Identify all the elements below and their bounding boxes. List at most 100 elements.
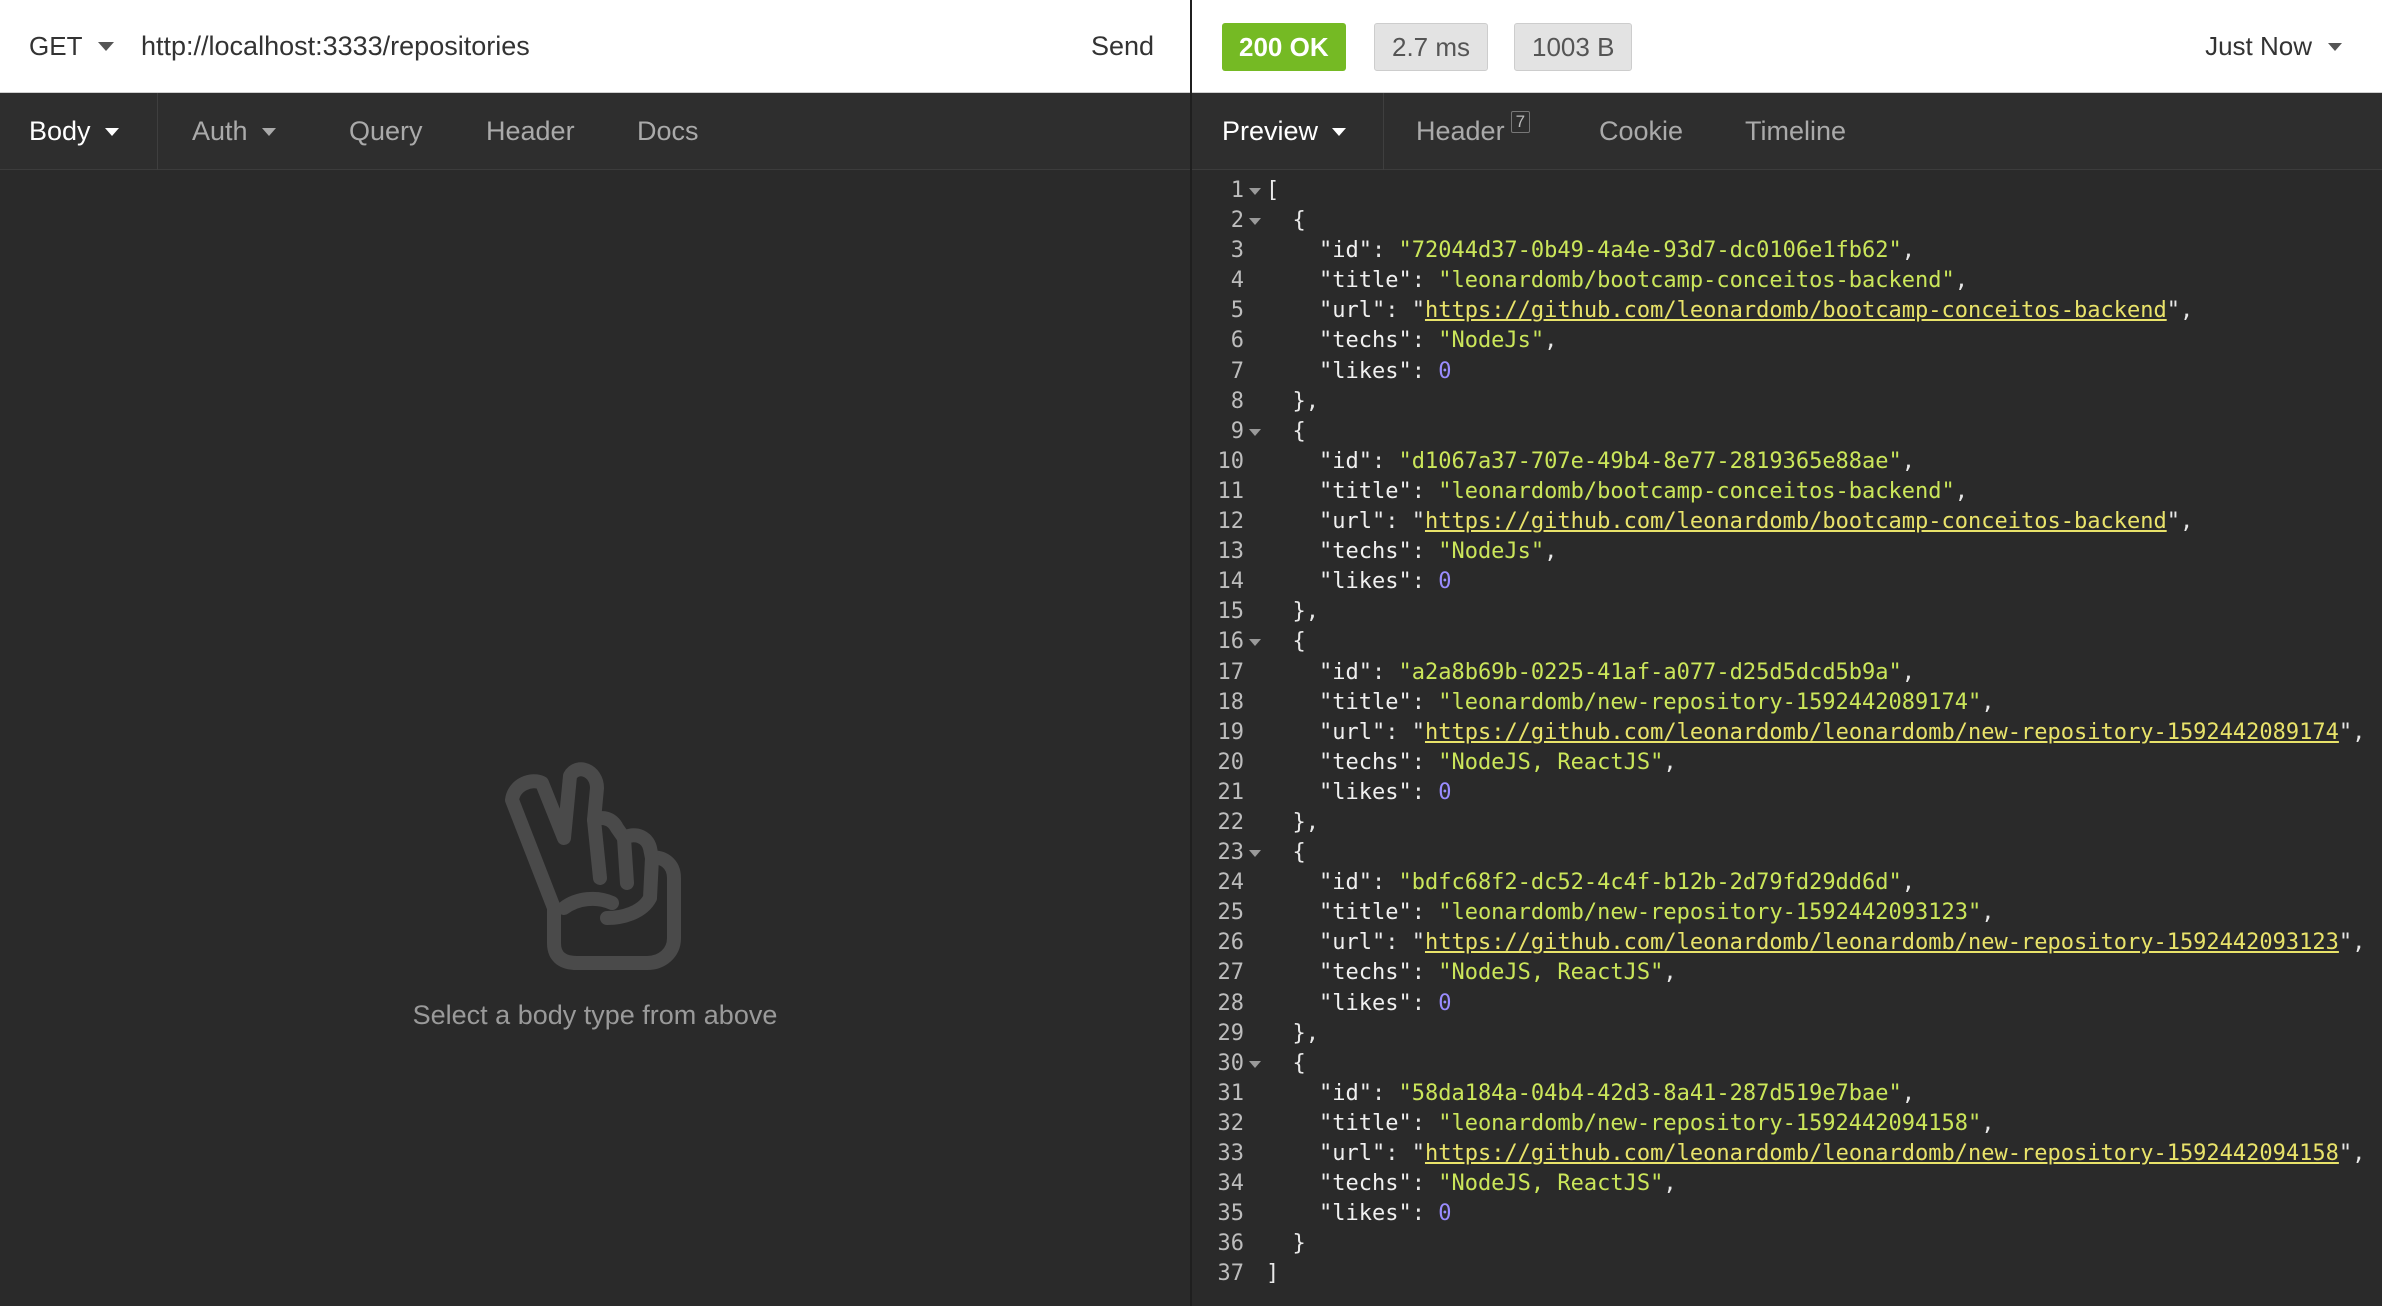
line-number: 2	[1230, 208, 1244, 234]
fold-gutter	[1244, 387, 1264, 417]
fold-gutter	[1244, 1229, 1264, 1259]
url-input[interactable]: http://localhost:3333/repositories	[141, 0, 530, 93]
json-url-link[interactable]: https://github.com/leonardomb/leonardomb…	[1425, 930, 2339, 955]
code-text: },	[1264, 597, 1319, 627]
code-line: 3 "id": "72044d37-0b49-4a4e-93d7-dc0106e…	[1192, 236, 2382, 266]
fold-arrow-icon[interactable]	[1244, 838, 1264, 868]
line-number: 20	[1217, 749, 1245, 775]
json-url-link[interactable]: https://github.com/leonardomb/leonardomb…	[1425, 720, 2339, 745]
fold-gutter	[1244, 1259, 1264, 1289]
line-number: 3	[1230, 238, 1244, 264]
fold-arrow-icon[interactable]	[1244, 206, 1264, 236]
json-key: "title"	[1318, 689, 1412, 715]
line-number: 35	[1217, 1201, 1245, 1227]
json-punct: ,	[2352, 1141, 2366, 1166]
json-punct: ,	[1901, 1080, 1916, 1106]
json-punct	[1266, 238, 1319, 263]
json-preview[interactable]: 1[2 {3 "id": "72044d37-0b49-4a4e-93d7-dc…	[1192, 176, 2382, 1306]
code-line: 31 "id": "58da184a-04b4-42d3-8a41-287d51…	[1192, 1079, 2382, 1109]
json-punct	[1266, 690, 1319, 715]
json-punct	[1266, 1201, 1319, 1226]
json-key: "url"	[1318, 298, 1386, 324]
chevron-down-icon	[2328, 42, 2342, 51]
method-dropdown[interactable]: GET	[29, 0, 115, 93]
json-url-link[interactable]: https://github.com/leonardomb/leonardomb…	[1425, 1141, 2339, 1166]
code-text: {	[1264, 1049, 1305, 1079]
send-button[interactable]: Send	[1091, 0, 1154, 93]
json-punct: :	[1411, 900, 1439, 926]
json-url-link[interactable]: https://github.com/leonardomb/bootcamp-c…	[1425, 298, 2167, 323]
tab-auth[interactable]: Auth	[192, 93, 276, 170]
json-punct: ,	[1544, 539, 1558, 565]
code-text: },	[1264, 1019, 1319, 1049]
fold-arrow-icon[interactable]	[1244, 1049, 1264, 1079]
line-number: 11	[1217, 478, 1245, 504]
fold-gutter	[1244, 658, 1264, 688]
json-punct: "	[1411, 298, 1425, 324]
tab-body[interactable]: Body	[29, 93, 119, 170]
code-text: "techs": "NodeJs",	[1264, 326, 1557, 356]
tab-query[interactable]: Query	[349, 93, 423, 170]
code-text: "title": "leonardomb/new-repository-1592…	[1264, 688, 1995, 718]
json-punct: },	[1266, 1020, 1319, 1046]
chevron-down-icon	[261, 127, 276, 136]
json-punct	[1266, 298, 1319, 323]
fold-arrow-icon[interactable]	[1244, 627, 1264, 657]
tab-preview[interactable]: Preview	[1222, 93, 1347, 170]
code-text: [	[1264, 176, 1279, 206]
json-punct: {	[1266, 208, 1306, 234]
tab-docs[interactable]: Docs	[637, 93, 699, 170]
fold-gutter	[1244, 507, 1264, 537]
json-key: "title"	[1318, 268, 1412, 294]
code-text: ]	[1264, 1259, 1279, 1289]
json-url-link[interactable]: https://github.com/leonardomb/bootcamp-c…	[1425, 509, 2167, 534]
json-punct	[1266, 991, 1319, 1016]
code-line: 20 "techs": "NodeJS, ReactJS",	[1192, 748, 2382, 778]
json-punct: :	[1411, 779, 1439, 805]
code-text: {	[1264, 206, 1306, 236]
code-text: "title": "leonardomb/new-repository-1592…	[1264, 1109, 1995, 1139]
json-punct: :	[1411, 358, 1439, 384]
code-text: "url": "https://github.com/leonardomb/bo…	[1264, 296, 2193, 326]
fold-arrow-icon[interactable]	[1244, 176, 1264, 206]
json-string-value: "bdfc68f2-dc52-4c4f-b12b-2d79fd29dd6d"	[1398, 870, 1902, 896]
code-text: "techs": "NodeJS, ReactJS",	[1264, 748, 1677, 778]
json-key: "title"	[1318, 1110, 1412, 1136]
fold-gutter	[1244, 808, 1264, 838]
tab-response-header[interactable]: Header 7	[1416, 93, 1531, 170]
tab-divider	[1383, 93, 1384, 170]
json-punct: "	[2338, 1141, 2353, 1166]
code-text: "likes": 0	[1264, 567, 1451, 597]
json-punct: {	[1266, 629, 1306, 655]
code-line: 29 },	[1192, 1019, 2382, 1049]
fold-gutter	[1244, 718, 1264, 748]
code-text: "id": "d1067a37-707e-49b4-8e77-2819365e8…	[1264, 447, 1915, 477]
code-line: 5 "url": "https://github.com/leonardomb/…	[1192, 296, 2382, 326]
json-string-value: "NodeJS, ReactJS"	[1438, 749, 1664, 775]
url-bar: GET http://localhost:3333/repositories S…	[0, 0, 1190, 93]
fold-gutter	[1244, 326, 1264, 356]
json-punct	[1266, 1111, 1319, 1136]
fold-arrow-icon[interactable]	[1244, 417, 1264, 447]
json-string-value: "58da184a-04b4-42d3-8a41-287d519e7bae"	[1398, 1080, 1902, 1106]
peace-hand-icon	[505, 762, 681, 970]
json-string-value: "NodeJS, ReactJS"	[1438, 960, 1664, 986]
fold-gutter	[1244, 1079, 1264, 1109]
tab-header[interactable]: Header	[486, 93, 575, 170]
code-line: 34 "techs": "NodeJS, ReactJS",	[1192, 1169, 2382, 1199]
tab-cookie[interactable]: Cookie	[1599, 93, 1683, 170]
empty-body-area	[0, 170, 1190, 1306]
code-text: "likes": 0	[1264, 989, 1451, 1019]
line-number: 7	[1230, 358, 1244, 384]
history-dropdown[interactable]: Just Now	[2205, 0, 2342, 93]
fold-gutter	[1244, 989, 1264, 1019]
code-text: "likes": 0	[1264, 778, 1451, 808]
tab-timeline[interactable]: Timeline	[1745, 93, 1846, 170]
code-line: 25 "title": "leonardomb/new-repository-1…	[1192, 898, 2382, 928]
line-number: 9	[1230, 418, 1244, 444]
json-punct: :	[1411, 569, 1439, 595]
line-number: 24	[1217, 870, 1245, 896]
line-number: 31	[1217, 1080, 1245, 1106]
code-line: 15 },	[1192, 597, 2382, 627]
json-key: "title"	[1318, 900, 1412, 926]
